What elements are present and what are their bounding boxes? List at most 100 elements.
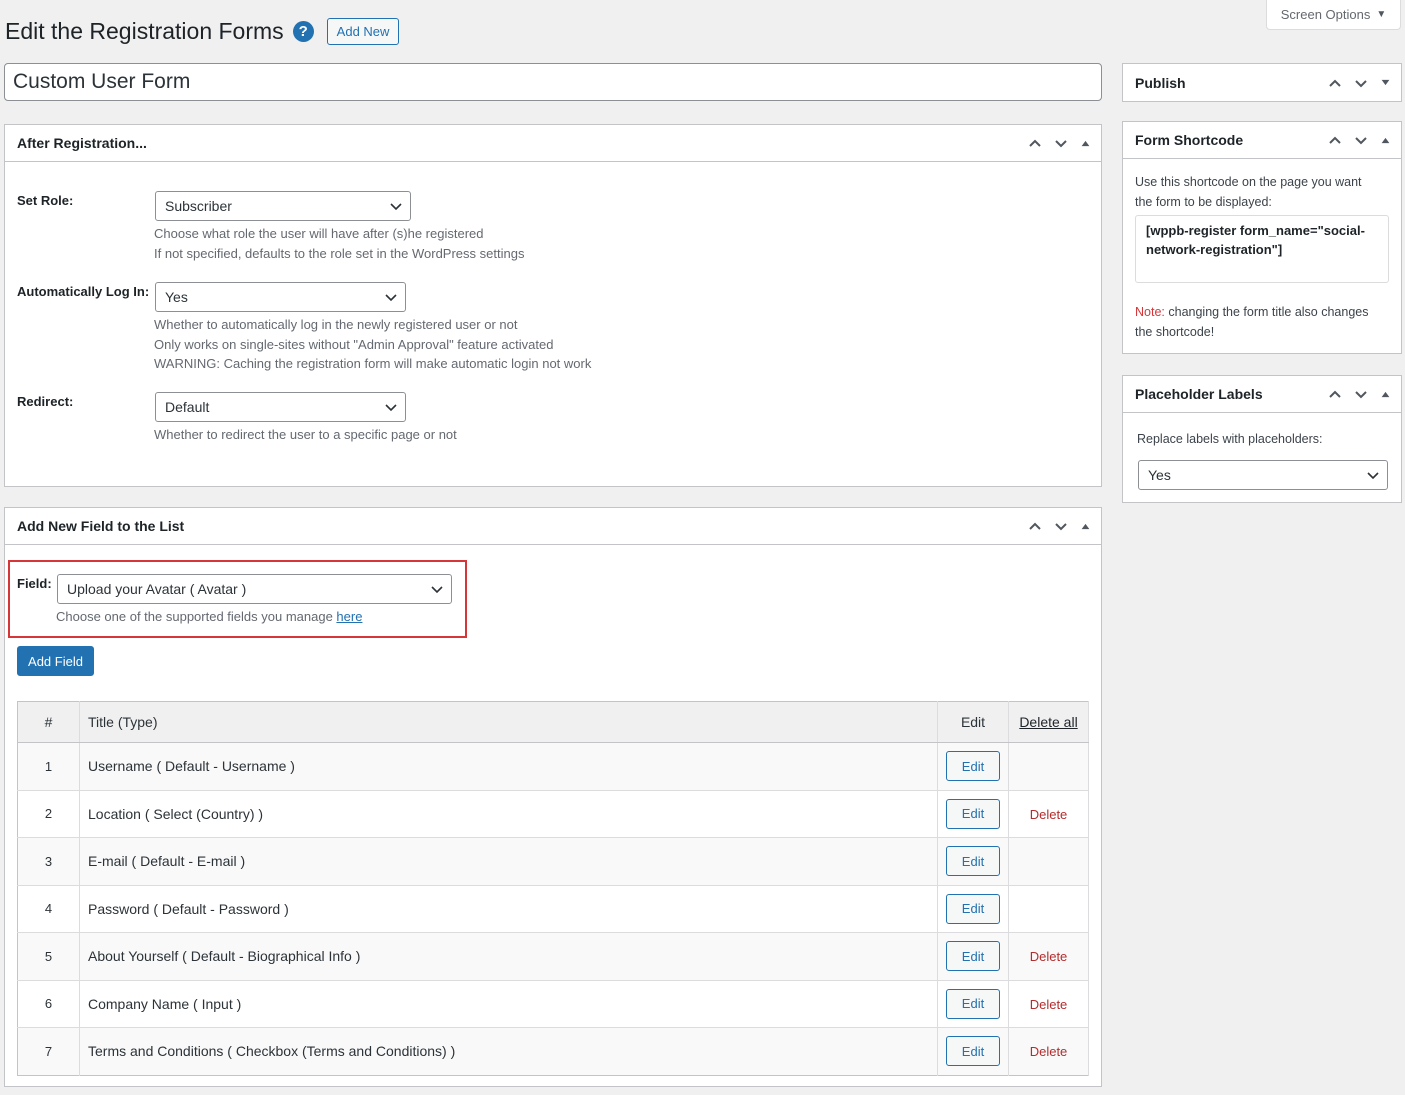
redirect-select[interactable]: Default xyxy=(155,392,406,422)
row-edit-cell: Edit xyxy=(937,789,1009,838)
add-field-button[interactable]: Add Field xyxy=(17,646,94,676)
field-help-prefix: Choose one of the supported fields you m… xyxy=(56,609,337,624)
manage-fields-link[interactable]: here xyxy=(336,609,362,624)
intro-line: the form to be displayed: xyxy=(1135,194,1272,209)
row-title: Company Name ( Input ) xyxy=(79,979,938,1028)
postbox-controls xyxy=(1325,122,1393,158)
redirect-value: Default xyxy=(165,399,210,415)
row-number: 6 xyxy=(17,979,80,1028)
after-registration-box: After Registration... Set Role: Subscrib… xyxy=(4,124,1102,487)
row-number: 7 xyxy=(17,1027,80,1075)
description-line: Whether to redirect the user to a specif… xyxy=(154,427,457,442)
chevron-down-icon[interactable] xyxy=(1351,130,1371,150)
form-title-input[interactable]: Custom User Form xyxy=(4,63,1102,101)
chevron-down-icon xyxy=(385,294,397,302)
chevron-down-icon[interactable] xyxy=(1351,384,1371,404)
field-select[interactable]: Upload your Avatar ( Avatar ) xyxy=(57,574,452,604)
postbox-title: Publish xyxy=(1135,74,1186,91)
edit-button[interactable]: Edit xyxy=(946,798,1000,829)
postbox-controls xyxy=(1325,64,1393,101)
row-delete-cell: Delete xyxy=(1008,932,1089,980)
edit-button[interactable]: Edit xyxy=(946,751,1000,782)
triangle-toggle-icon[interactable] xyxy=(1377,130,1393,150)
table-row: 7 Terms and Conditions ( Checkbox (Terms… xyxy=(17,1027,1089,1075)
chevron-down-icon[interactable] xyxy=(1051,516,1071,536)
screen-options-button[interactable]: Screen Options ▼ xyxy=(1266,0,1401,30)
shortcode-textarea[interactable]: [wppb-register form_name="social- networ… xyxy=(1135,215,1389,283)
row-number: 5 xyxy=(17,932,80,980)
row-title: Terms and Conditions ( Checkbox (Terms a… xyxy=(79,1027,938,1075)
edit-button[interactable]: Edit xyxy=(946,941,1000,972)
row-edit-cell: Edit xyxy=(937,932,1009,980)
row-edit-cell: Edit xyxy=(937,979,1009,1028)
set-role-select[interactable]: Subscriber xyxy=(155,191,411,221)
row-delete-cell xyxy=(1008,884,1089,933)
chevron-up-icon[interactable] xyxy=(1025,516,1045,536)
delete-link[interactable]: Delete xyxy=(1030,949,1068,964)
table-row: 2 Location ( Select (Country) ) Edit Del… xyxy=(17,789,1089,838)
set-role-value: Subscriber xyxy=(165,198,232,214)
note-label: Note: xyxy=(1135,305,1165,319)
field-label: Field: xyxy=(17,576,52,591)
chevron-down-icon[interactable] xyxy=(1051,133,1071,153)
row-number: 3 xyxy=(17,837,80,885)
row-delete-cell xyxy=(1008,837,1089,885)
row-delete-cell: Delete xyxy=(1008,979,1089,1028)
edit-button[interactable]: Edit xyxy=(946,846,1000,877)
chevron-up-icon[interactable] xyxy=(1325,130,1345,150)
table-header-row: # Title (Type) Edit Delete all xyxy=(17,701,1089,743)
column-header-delete-all: Delete all xyxy=(1008,701,1089,743)
set-role-description: Choose what role the user will have afte… xyxy=(154,224,524,263)
postbox-title: Add New Field to the List xyxy=(17,518,185,534)
delete-link[interactable]: Delete xyxy=(1030,807,1068,822)
help-icon[interactable]: ? xyxy=(292,21,314,42)
postbox-header: Add New Field to the List xyxy=(5,508,1101,545)
placeholder-select[interactable]: Yes xyxy=(1138,460,1388,490)
row-title: Password ( Default - Password ) xyxy=(79,884,938,933)
edit-button[interactable]: Edit xyxy=(946,893,1000,924)
add-new-button[interactable]: Add New xyxy=(326,18,400,45)
chevron-down-icon[interactable] xyxy=(1351,73,1371,93)
chevron-down-icon xyxy=(385,404,397,412)
delete-all-link[interactable]: Delete all xyxy=(1019,714,1077,730)
row-edit-cell: Edit xyxy=(937,1027,1009,1075)
row-title: Location ( Select (Country) ) xyxy=(79,789,938,838)
shortcode-line: network-registration"] xyxy=(1146,242,1283,257)
chevron-down-icon xyxy=(431,586,443,594)
intro-line: Use this shortcode on the page you want xyxy=(1135,175,1362,189)
row-title: Username ( Default - Username ) xyxy=(79,742,938,790)
redirect-label: Redirect: xyxy=(17,394,74,409)
add-field-box: Add New Field to the List Field: Upload … xyxy=(4,507,1102,1087)
delete-link[interactable]: Delete xyxy=(1030,997,1068,1012)
row-edit-cell: Edit xyxy=(937,742,1009,790)
auto-login-description: Whether to automatically log in the newl… xyxy=(154,315,591,374)
table-row: 5 About Yourself ( Default - Biographica… xyxy=(17,932,1089,980)
field-help-text: Choose one of the supported fields you m… xyxy=(56,607,362,627)
postbox-controls xyxy=(1025,508,1093,544)
delete-link[interactable]: Delete xyxy=(1030,1044,1068,1059)
chevron-up-icon[interactable] xyxy=(1325,73,1345,93)
triangle-toggle-icon[interactable] xyxy=(1077,516,1093,536)
shortcode-line: [wppb-register form_name="social- xyxy=(1146,223,1365,238)
chevron-up-icon[interactable] xyxy=(1325,384,1345,404)
postbox-header: Form Shortcode xyxy=(1123,122,1401,159)
row-delete-cell: Delete xyxy=(1008,1027,1089,1075)
description-line: If not specified, defaults to the role s… xyxy=(154,245,525,261)
screen-options-label: Screen Options xyxy=(1280,7,1371,22)
table-row: 4 Password ( Default - Password ) Edit xyxy=(17,884,1089,933)
triangle-toggle-icon[interactable] xyxy=(1377,73,1393,93)
edit-button[interactable]: Edit xyxy=(946,1036,1000,1067)
postbox-controls xyxy=(1325,376,1393,412)
row-edit-cell: Edit xyxy=(937,837,1009,885)
chevron-up-icon[interactable] xyxy=(1025,133,1045,153)
description-line: WARNING: Caching the registration form w… xyxy=(154,356,592,371)
triangle-toggle-icon[interactable] xyxy=(1377,384,1393,404)
table-row: 1 Username ( Default - Username ) Edit xyxy=(17,742,1089,790)
auto-login-select[interactable]: Yes xyxy=(155,282,406,312)
triangle-toggle-icon[interactable] xyxy=(1077,133,1093,153)
postbox-header: Placeholder Labels xyxy=(1123,376,1401,413)
table-row: 6 Company Name ( Input ) Edit Delete xyxy=(17,979,1089,1028)
edit-button[interactable]: Edit xyxy=(946,988,1000,1019)
set-role-label: Set Role: xyxy=(17,193,74,208)
description-line: Choose what role the user will have afte… xyxy=(154,226,484,241)
